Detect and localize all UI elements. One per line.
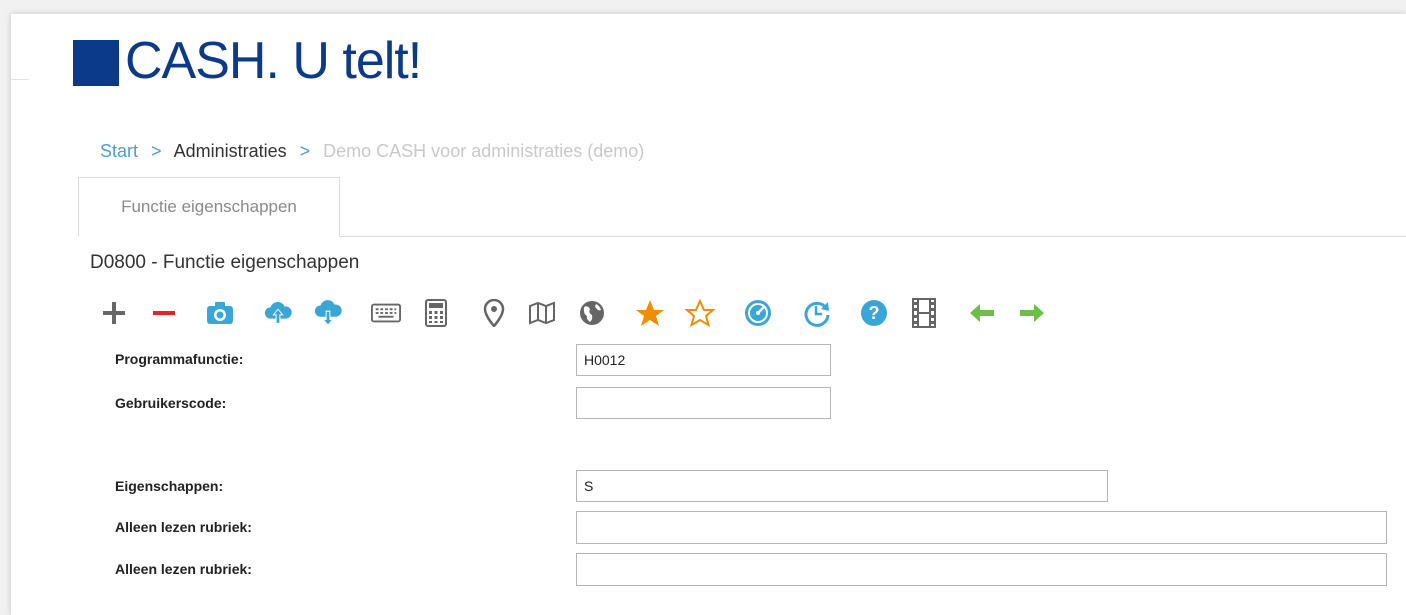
keyboard-icon[interactable] (371, 297, 401, 329)
label-alleen-lezen-rubriek-2: Alleen lezen rubriek: (115, 561, 252, 577)
alleen-lezen-rubriek-field-2[interactable] (576, 553, 1387, 586)
film-icon[interactable] (909, 297, 939, 329)
page: CASH. U telt! Start > Administraties > D… (11, 14, 1406, 615)
programmafunctie-field[interactable] (576, 344, 831, 376)
label-eigenschappen: Eigenschappen: (115, 478, 224, 494)
help-icon[interactable]: ? (859, 297, 889, 329)
globe-icon[interactable] (577, 297, 607, 329)
cloud-upload-icon[interactable] (263, 297, 293, 329)
cash-logo: CASH. U telt! (73, 30, 422, 92)
tab-bar: Functie eigenschappen (78, 177, 1406, 237)
logo-text: CASH. U telt! (125, 32, 422, 90)
star-outline-icon[interactable] (685, 297, 715, 329)
minus-icon[interactable] (149, 297, 179, 329)
breadcrumb-start[interactable]: Start (100, 141, 138, 161)
arrow-left-icon[interactable] (967, 297, 997, 329)
tab-functie-eigenschappen[interactable]: Functie eigenschappen (78, 177, 340, 237)
gebruikerscode-field[interactable] (576, 387, 831, 419)
label-gebruikerscode: Gebruikerscode: (115, 395, 227, 411)
alleen-lezen-rubriek-field-1[interactable] (576, 511, 1387, 544)
plus-icon[interactable] (99, 297, 129, 329)
page-title: D0800 - Functie eigenschappen (90, 252, 360, 273)
breadcrumb-current: Demo CASH voor administraties (demo) (323, 141, 645, 161)
speedometer-icon[interactable] (743, 297, 773, 329)
breadcrumb-separator: > (151, 141, 162, 161)
star-filled-icon[interactable] (635, 297, 665, 329)
breadcrumb: Start > Administraties > Demo CASH voor … (100, 141, 652, 162)
logo-square (73, 40, 119, 86)
svg-text:?: ? (869, 303, 880, 323)
camera-icon[interactable] (205, 297, 235, 329)
refresh-clock-icon[interactable] (801, 297, 831, 329)
breadcrumb-separator: > (299, 141, 311, 161)
eigenschappen-field[interactable] (576, 470, 1108, 502)
map-pin-icon[interactable] (479, 297, 509, 329)
label-alleen-lezen-rubriek-1: Alleen lezen rubriek: (115, 519, 252, 535)
header-rule (11, 79, 29, 80)
cloud-download-icon[interactable] (313, 297, 343, 329)
map-icon[interactable] (527, 297, 557, 329)
label-programmafunctie: Programmafunctie: (115, 351, 244, 367)
arrow-right-icon[interactable] (1017, 297, 1047, 329)
breadcrumb-administraties[interactable]: Administraties (174, 141, 287, 161)
calculator-icon[interactable] (421, 297, 451, 329)
